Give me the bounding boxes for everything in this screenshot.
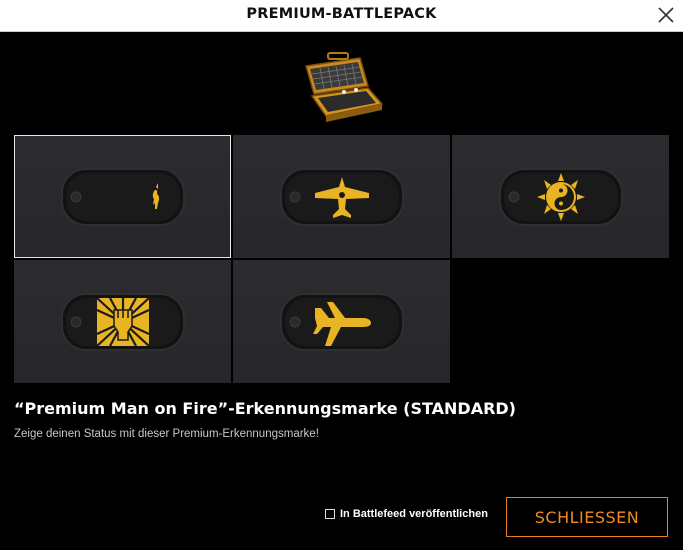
- item-description: Zeige deinen Status mit dieser Premium-E…: [14, 428, 319, 440]
- window-title: PREMIUM-BATTLEPACK: [246, 6, 437, 22]
- share-label: In Battlefeed veröffentlichen: [340, 508, 488, 520]
- raised-fist-icon: [95, 296, 150, 347]
- title-bar: PREMIUM-BATTLEPACK: [0, 0, 683, 32]
- battlepack-item-tile[interactable]: [233, 260, 450, 383]
- battlepack-case-icon: [298, 52, 386, 124]
- battlepack-item-tile[interactable]: [14, 260, 231, 383]
- share-checkbox[interactable]: [325, 509, 335, 519]
- close-button[interactable]: SCHLIESSEN: [506, 497, 668, 537]
- sun-yin-yang-icon: [536, 172, 585, 221]
- battlepack-item-tile[interactable]: [14, 135, 231, 258]
- item-title: “Premium Man on Fire”-Erkennungsmarke (S…: [14, 399, 516, 418]
- close-icon[interactable]: [657, 6, 675, 24]
- battlepack-item-tile[interactable]: [452, 135, 669, 258]
- share-battlefeed-option: In Battlefeed veröffentlichen: [325, 508, 488, 520]
- battlepack-items-grid: [14, 135, 670, 385]
- battlepack-item-tile[interactable]: [233, 135, 450, 258]
